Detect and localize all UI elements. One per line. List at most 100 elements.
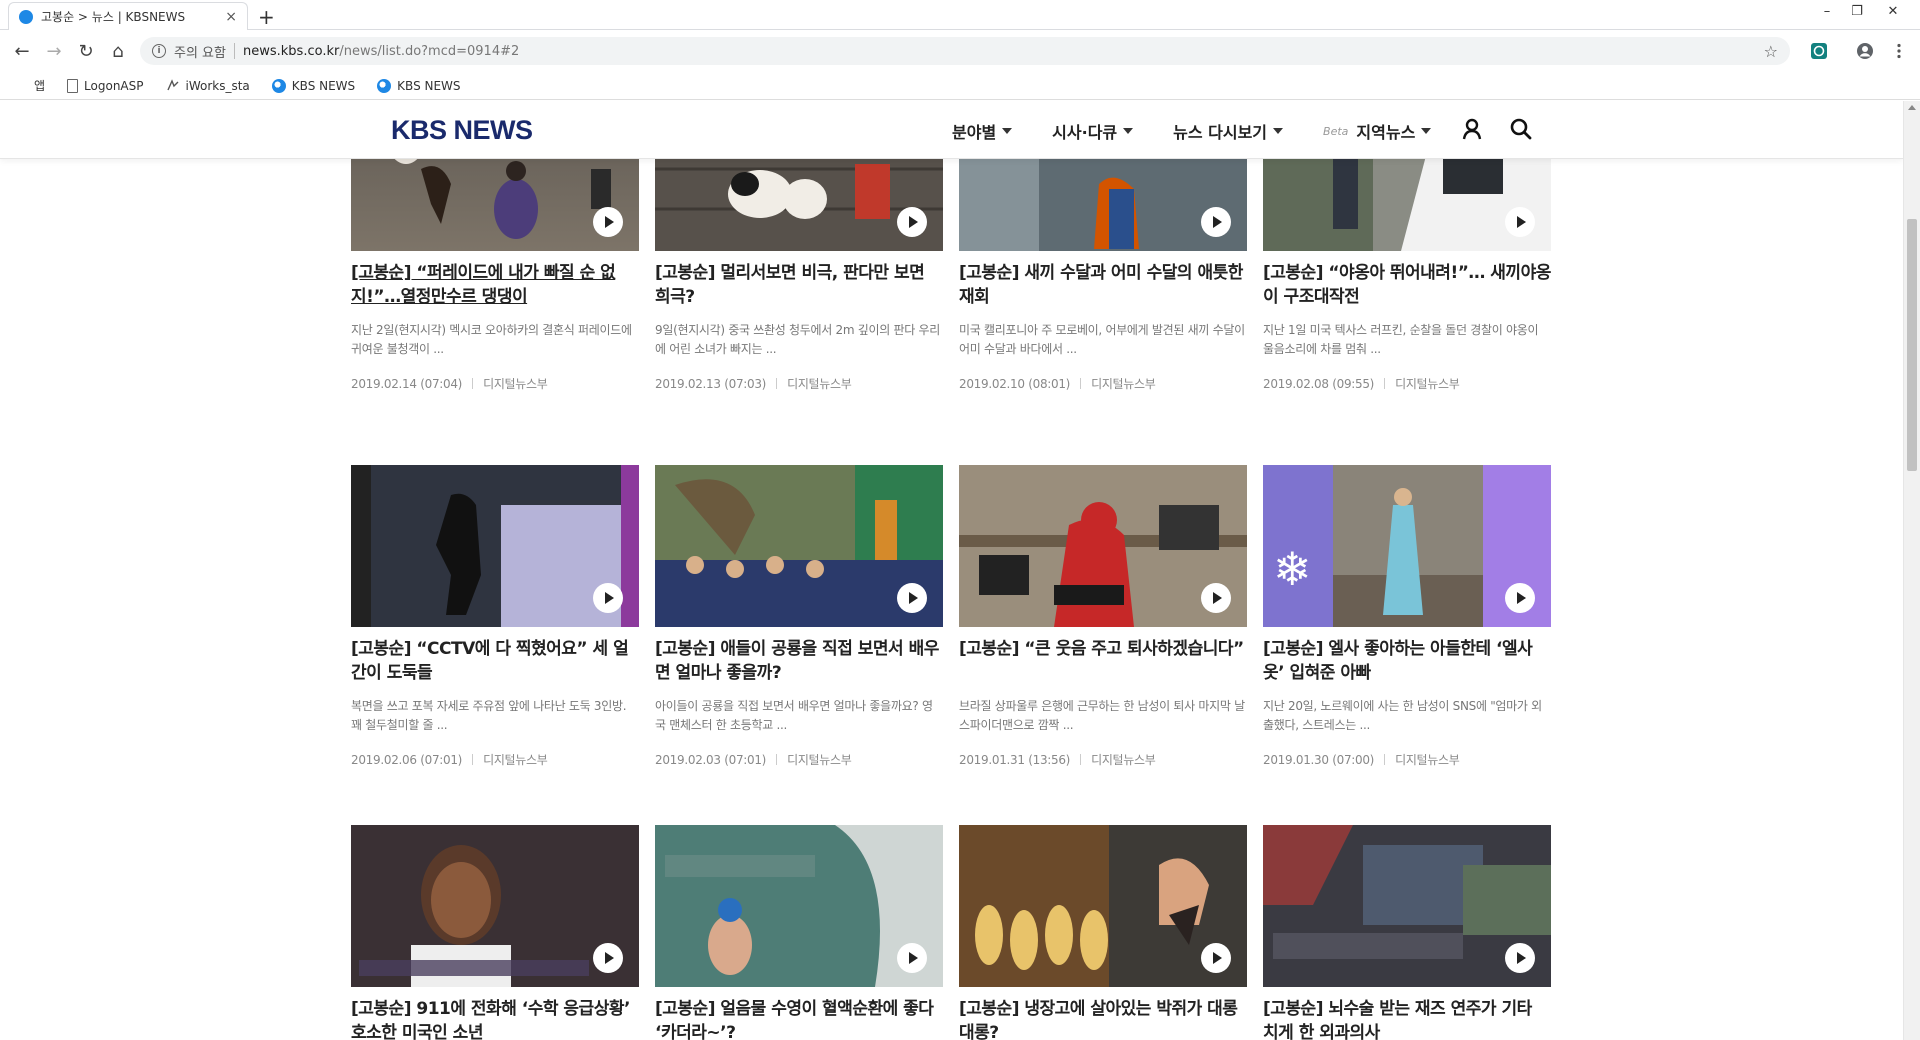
user-icon[interactable] — [1460, 117, 1484, 141]
bookmark-apps[interactable]: 앱 — [14, 77, 45, 94]
bookmark-kbs-news-2[interactable]: KBS NEWS — [377, 78, 461, 93]
info-icon[interactable]: i — [152, 44, 166, 58]
bookmark-star-icon[interactable]: ☆ — [1764, 42, 1778, 61]
play-icon[interactable] — [897, 943, 927, 973]
news-thumbnail[interactable] — [959, 825, 1247, 987]
address-bar[interactable]: i 주의 요함 news.kbs.co.kr/news/list.do?mcd=… — [140, 37, 1790, 65]
profile-icon[interactable] — [1856, 42, 1874, 60]
forward-arrow-icon[interactable]: → — [42, 39, 66, 63]
main-nav: 분야별 시사·다큐 뉴스 다시보기 Beta 지역뉴스 — [952, 119, 1471, 143]
news-summary: 9일(현지시각) 중국 쓰촨성 청두에서 2m 깊이의 판다 우리에 어린 소녀… — [655, 323, 940, 356]
close-window-button[interactable]: ✕ — [1880, 0, 1906, 22]
new-tab-button[interactable]: + — [258, 5, 275, 29]
news-author: 디지털뉴스부 — [787, 753, 852, 767]
news-title[interactable]: [고봉순] “CCTV에 다 찍혔어요” 세 얼간이 도둑들 — [351, 637, 639, 685]
bookmark-kbs-news-1[interactable]: KBS NEWS — [271, 78, 356, 93]
news-card[interactable]: [고봉순] 얼음물 수영이 혈액순환에 좋다 ‘카더라~’? — [655, 825, 943, 1040]
news-title[interactable]: [고봉순] 멀리서보면 비극, 판다만 보면 희극? — [655, 261, 943, 309]
news-meta: 2019.01.31 (13:56) 디지털뉴스부 — [959, 751, 1247, 768]
play-icon[interactable] — [1505, 943, 1535, 973]
play-icon[interactable] — [897, 207, 927, 237]
kbs-news-logo[interactable]: KBS NEWS — [391, 115, 533, 146]
caret-down-icon — [1421, 128, 1432, 134]
bookmark-iworks[interactable]: iWorks_sta — [166, 79, 250, 93]
meta-divider — [1080, 754, 1082, 765]
news-summary: 지난 2일(현지시각) 멕시코 오아하카의 결혼식 퍼레이드에 귀여운 불청객이… — [351, 323, 632, 356]
close-tab-icon[interactable]: × — [225, 9, 237, 25]
apps-grid-icon — [14, 79, 28, 93]
reload-icon[interactable]: ↻ — [74, 39, 98, 63]
nav-item-documentary[interactable]: 시사·다큐 — [1052, 119, 1134, 143]
meta-divider — [1384, 754, 1386, 765]
news-title[interactable]: [고봉순] 냉장고에 살아있는 박쥐가 대롱대롱? — [959, 997, 1247, 1040]
meta-divider — [776, 754, 778, 765]
news-title[interactable]: [고봉순] 새끼 수달과 어미 수달의 애틋한 재회 — [959, 261, 1247, 309]
kbs-favicon-icon — [271, 78, 286, 93]
news-thumbnail[interactable] — [1263, 825, 1551, 987]
news-card[interactable]: [고봉순] 냉장고에 살아있는 박쥐가 대롱대롱? — [959, 825, 1247, 1040]
nav-item-replay[interactable]: 뉴스 다시보기 — [1173, 119, 1284, 143]
home-icon[interactable]: ⌂ — [106, 39, 130, 63]
news-title[interactable]: [고봉순] “야옹아 뛰어내려!”… 새끼야옹이 구조대작전 — [1263, 261, 1551, 309]
bookmark-label: KBS NEWS — [291, 78, 356, 93]
news-title[interactable]: [고봉순] 911에 전화해 ‘수학 응급상황’ 호소한 미국인 소년 — [351, 997, 639, 1040]
nav-label: 뉴스 다시보기 — [1173, 123, 1268, 142]
play-icon[interactable] — [593, 207, 623, 237]
play-icon[interactable] — [1505, 583, 1535, 613]
restore-button[interactable]: ❐ — [1844, 0, 1870, 22]
back-arrow-icon[interactable]: ← — [10, 39, 34, 63]
news-thumbnail[interactable] — [655, 825, 943, 987]
bookmark-label: 앱 — [34, 79, 46, 93]
browser-tabstrip: 고봉순 > 뉴스 | KBSNEWS × + – ❐ ✕ — [0, 0, 1920, 30]
scroll-up-arrow-icon[interactable] — [1908, 105, 1916, 110]
page-viewport: KBS NEWS 분야별 시사·다큐 뉴스 다시보기 Beta 지역뉴스 [고봉… — [0, 101, 1903, 1040]
play-icon[interactable] — [593, 583, 623, 613]
news-thumbnail[interactable]: ❄ — [1263, 465, 1551, 627]
news-date: 2019.02.06 (07:01) — [351, 752, 463, 767]
news-author: 디지털뉴스부 — [787, 377, 852, 391]
news-title[interactable]: [고봉순] “큰 웃음 주고 퇴사하겠습니다” — [959, 637, 1247, 685]
news-card[interactable]: [고봉순] 애들이 공룡을 직접 보면서 배우면 얼마나 좋을까? 아이들이 공… — [655, 465, 943, 768]
caret-down-icon — [1002, 128, 1013, 134]
play-icon[interactable] — [897, 583, 927, 613]
news-title[interactable]: [고봉순] “퍼레이드에 내가 빠질 순 없지!”…열정만수르 댕댕이 — [351, 261, 639, 309]
bookmark-logonasp[interactable]: LogonASP — [67, 78, 144, 93]
menu-kebab-icon[interactable] — [1890, 42, 1908, 60]
news-title[interactable]: [고봉순] 얼음물 수영이 혈액순환에 좋다 ‘카더라~’? — [655, 997, 943, 1040]
news-card[interactable]: [고봉순] 뇌수술 받는 재즈 연주가 기타 치게 한 외과의사 — [1263, 825, 1551, 1040]
news-title[interactable]: [고봉순] 애들이 공룡을 직접 보면서 배우면 얼마나 좋을까? — [655, 637, 943, 685]
news-summary: 지난 20일, 노르웨이에 사는 한 남성이 SNS에 "엄마가 외출했다, 스… — [1263, 699, 1542, 732]
iworks-icon — [166, 78, 178, 90]
meta-divider — [776, 378, 778, 389]
news-card[interactable]: [고봉순] “큰 웃음 주고 퇴사하겠습니다” 브라질 상파울루 은행에 근무하… — [959, 465, 1247, 768]
nav-item-regional[interactable]: Beta 지역뉴스 — [1323, 119, 1432, 143]
news-card[interactable]: [고봉순] “CCTV에 다 찍혔어요” 세 얼간이 도둑들 복면을 쓰고 포복… — [351, 465, 639, 768]
play-icon[interactable] — [1505, 207, 1535, 237]
meta-divider — [1080, 378, 1082, 389]
news-thumbnail[interactable] — [351, 825, 639, 987]
play-icon[interactable] — [593, 943, 623, 973]
play-icon[interactable] — [1201, 583, 1231, 613]
news-thumbnail[interactable] — [959, 465, 1247, 627]
url-path: /news/list.do?mcd=0914#2 — [339, 43, 520, 59]
play-icon[interactable] — [1201, 207, 1231, 237]
scrollbar-thumb[interactable] — [1907, 219, 1917, 471]
nav-item-category[interactable]: 분야별 — [952, 119, 1013, 143]
minimize-button[interactable]: – — [1814, 0, 1840, 22]
play-icon[interactable] — [1201, 943, 1231, 973]
news-title[interactable]: [고봉순] 뇌수술 받는 재즈 연주가 기타 치게 한 외과의사 — [1263, 997, 1551, 1040]
meta-divider — [472, 378, 474, 389]
extension-icon[interactable] — [1810, 42, 1828, 60]
news-thumbnail[interactable] — [351, 465, 639, 627]
news-author: 디지털뉴스부 — [1091, 377, 1156, 391]
news-title[interactable]: [고봉순] 엘사 좋아하는 아들한테 ‘엘사 옷’ 입혀준 아빠 — [1263, 637, 1551, 685]
news-meta: 2019.02.10 (08:01) 디지털뉴스부 — [959, 375, 1247, 392]
news-card[interactable]: ❄ [고봉순] 엘사 좋아하는 아들한테 ‘엘사 옷’ 입혀준 아빠 지난 20… — [1263, 465, 1551, 768]
beta-badge: Beta — [1323, 124, 1349, 138]
page-scrollbar[interactable] — [1903, 101, 1920, 1040]
news-card[interactable]: [고봉순] 911에 전화해 ‘수학 응급상황’ 호소한 미국인 소년 — [351, 825, 639, 1040]
browser-tab[interactable]: 고봉순 > 뉴스 | KBSNEWS × — [8, 2, 248, 30]
news-thumbnail[interactable] — [655, 465, 943, 627]
search-icon[interactable] — [1509, 117, 1533, 141]
news-meta: 2019.02.14 (07:04) 디지털뉴스부 — [351, 375, 639, 392]
